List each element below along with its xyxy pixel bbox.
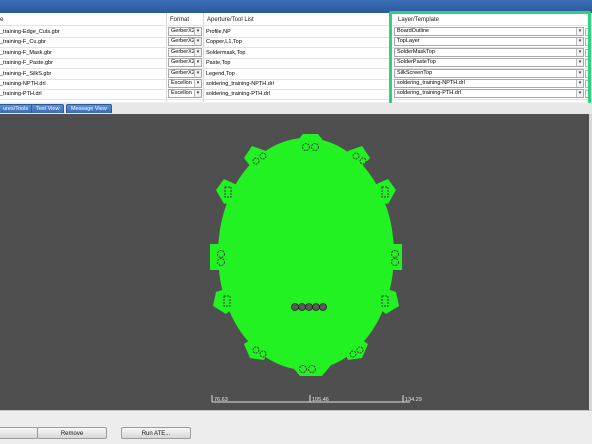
chevron-down-icon[interactable]: ▾ <box>194 38 201 46</box>
file-name-cell: _training-PTH.drl <box>0 91 42 98</box>
aperture-cell: Profile,NP <box>206 29 231 35</box>
aperture-cell: soldering_training-NPTH.drl <box>206 81 274 87</box>
chevron-down-icon[interactable]: ▾ <box>194 59 201 67</box>
format-select[interactable]: Excellon ▾ <box>168 89 202 99</box>
chevron-down-icon[interactable]: ▾ <box>194 48 201 56</box>
file-name-cell: _training-F_SilkS.gbr <box>0 70 52 77</box>
aperture-cell: Legend,Top <box>206 70 235 77</box>
format-select[interactable]: GerberX2 ▾ <box>168 68 202 78</box>
chevron-down-icon[interactable]: ▾ <box>194 90 201 98</box>
ruler-label-3: 134.29 <box>405 397 422 403</box>
file-name-cell: _training-Edge_Cuts.gbr <box>0 29 60 35</box>
file-name-cell: _training-NPTH.drl <box>0 81 46 87</box>
format-select[interactable]: GerberX2 ▾ <box>168 37 202 47</box>
run-ate-button[interactable]: Run ATE... <box>121 427 191 439</box>
ruler-label-1: 76.63 <box>214 397 228 403</box>
layer-column-highlight <box>389 11 591 106</box>
tab-text-view[interactable]: Text View <box>31 104 65 113</box>
file-name-cell: _training-F_Mask.gbr <box>0 49 52 56</box>
pcb-board-outline <box>210 134 402 376</box>
aperture-cell: soldering_training-PTH.drl <box>206 91 270 98</box>
tab-apertures-tools[interactable]: ures/Tools <box>0 104 34 113</box>
format-select[interactable]: GerberX2 ▾ <box>168 27 202 36</box>
format-select[interactable]: Excellon ▾ <box>168 79 202 88</box>
file-name-cell: _training-F_Cu.gbr <box>0 39 46 46</box>
view-tab-bar: ures/Tools Text View Message View <box>0 103 592 114</box>
format-select[interactable]: GerberX2 ▾ <box>168 58 202 68</box>
aperture-cell: Copper,L1,Top <box>206 39 242 46</box>
chevron-down-icon[interactable]: ▾ <box>194 28 201 35</box>
file-name-cell: _training-F_Paste.gbr <box>0 60 53 67</box>
board-canvas: 76.63 105.46 134.29 <box>210 134 422 403</box>
add-button[interactable] <box>0 427 38 439</box>
ruler <box>211 395 410 403</box>
chevron-down-icon[interactable]: ▾ <box>194 80 201 87</box>
header-aperture[interactable]: Aperture/Tool List <box>207 15 254 25</box>
remove-button[interactable]: Remove <box>37 427 107 439</box>
header-file[interactable]: e <box>0 15 3 25</box>
gerber-viewer[interactable]: 76.63 105.46 134.29 <box>0 114 589 410</box>
aperture-cell: Paste,Top <box>206 60 231 67</box>
ruler-label-2: 105.46 <box>312 397 329 403</box>
bottom-button-bar: Remove Run ATE... <box>0 410 592 444</box>
format-select[interactable]: GerberX2 ▾ <box>168 47 202 57</box>
center-header-pads <box>291 303 327 311</box>
tab-message-view[interactable]: Message View <box>66 104 112 113</box>
header-format[interactable]: Format <box>170 15 189 25</box>
chevron-down-icon[interactable]: ▾ <box>194 69 201 77</box>
aperture-cell: Soldermask,Top <box>206 49 246 56</box>
